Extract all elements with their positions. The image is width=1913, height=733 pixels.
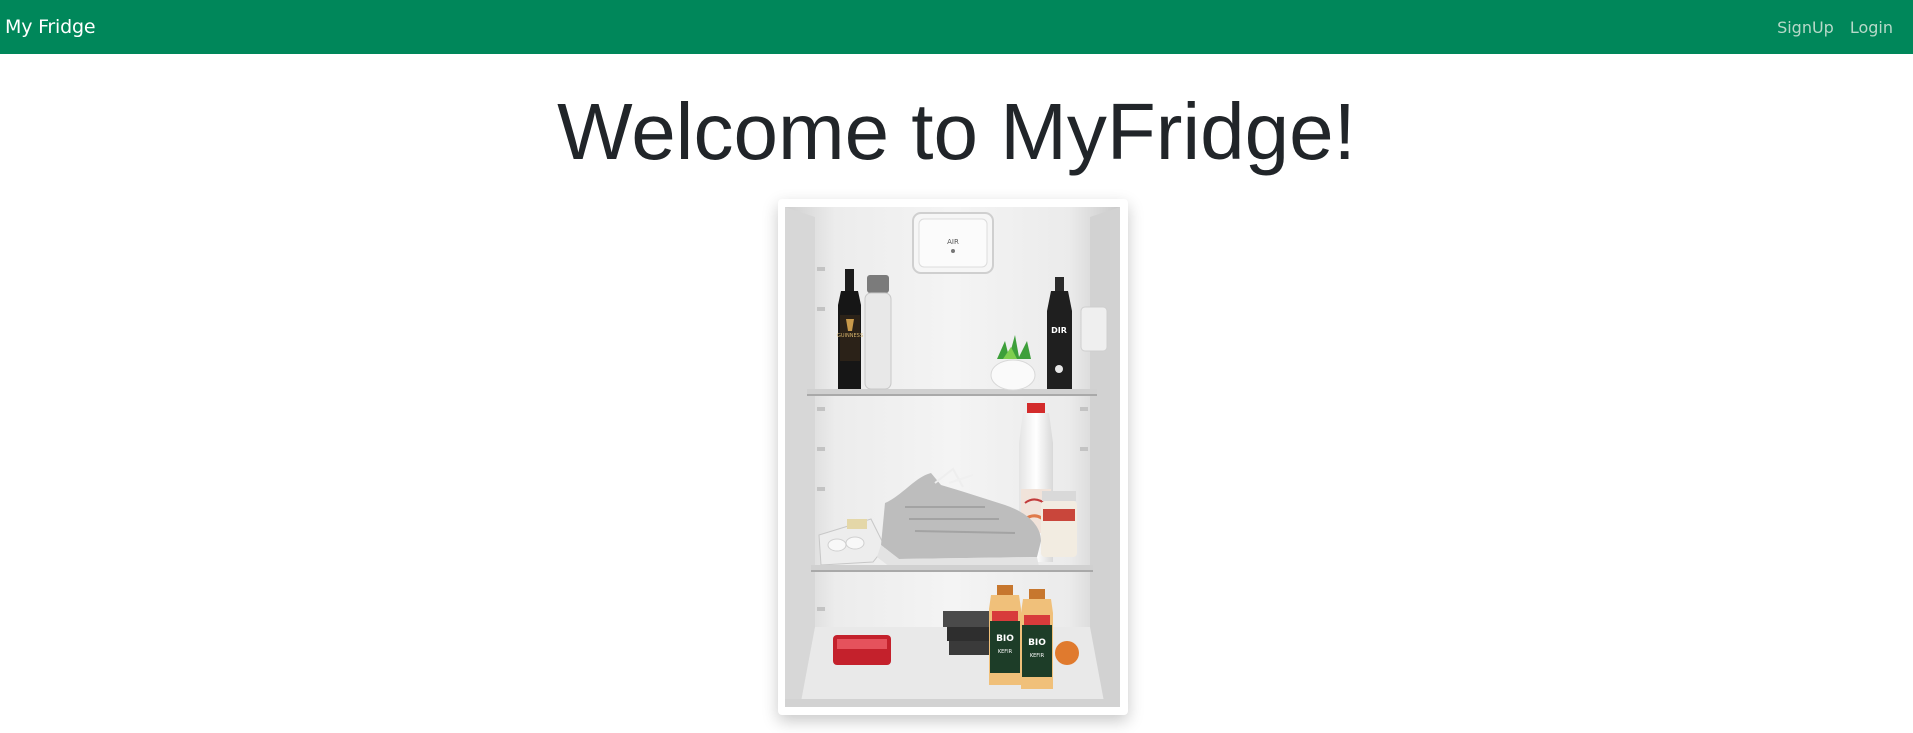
brand-link[interactable]: My Fridge (5, 16, 96, 38)
svg-text:GUINNESS: GUINNESS (837, 333, 863, 339)
top-navbar: My Fridge SignUp Login (0, 0, 1913, 54)
fridge-left-wall (785, 207, 815, 707)
login-link[interactable]: Login (1850, 18, 1893, 37)
shelf-middle (811, 565, 1093, 570)
jar (1041, 491, 1077, 557)
kefir-bottle-2: BIO KEFIR (1021, 589, 1053, 689)
fridge-image-frame: AIR GUINNESS DIR BIO KEFIR BIO KEFIR (778, 199, 1128, 715)
shelf-top (807, 389, 1097, 394)
fridge-right-wall (1090, 207, 1120, 707)
svg-text:DIR: DIR (1051, 326, 1067, 335)
dark-water-bottle: DIR (1047, 277, 1072, 389)
door-bin (1080, 306, 1108, 352)
red-package (833, 635, 891, 665)
svg-text:KEFIR: KEFIR (998, 649, 1013, 655)
svg-text:KEFIR: KEFIR (1030, 653, 1045, 659)
svg-text:AIR: AIR (947, 238, 959, 246)
fridge-photo: AIR GUINNESS DIR BIO KEFIR BIO KEFIR (785, 207, 1120, 707)
orange (1055, 641, 1079, 665)
svg-text:BIO: BIO (1028, 638, 1046, 648)
svg-text:BIO: BIO (996, 634, 1014, 644)
glass-bottle (864, 275, 892, 390)
nav-links: SignUp Login (1777, 18, 1893, 37)
kefir-bottle-1: BIO KEFIR (989, 585, 1021, 685)
page-title: Welcome to MyFridge! (557, 87, 1356, 176)
signup-link[interactable]: SignUp (1777, 18, 1834, 37)
